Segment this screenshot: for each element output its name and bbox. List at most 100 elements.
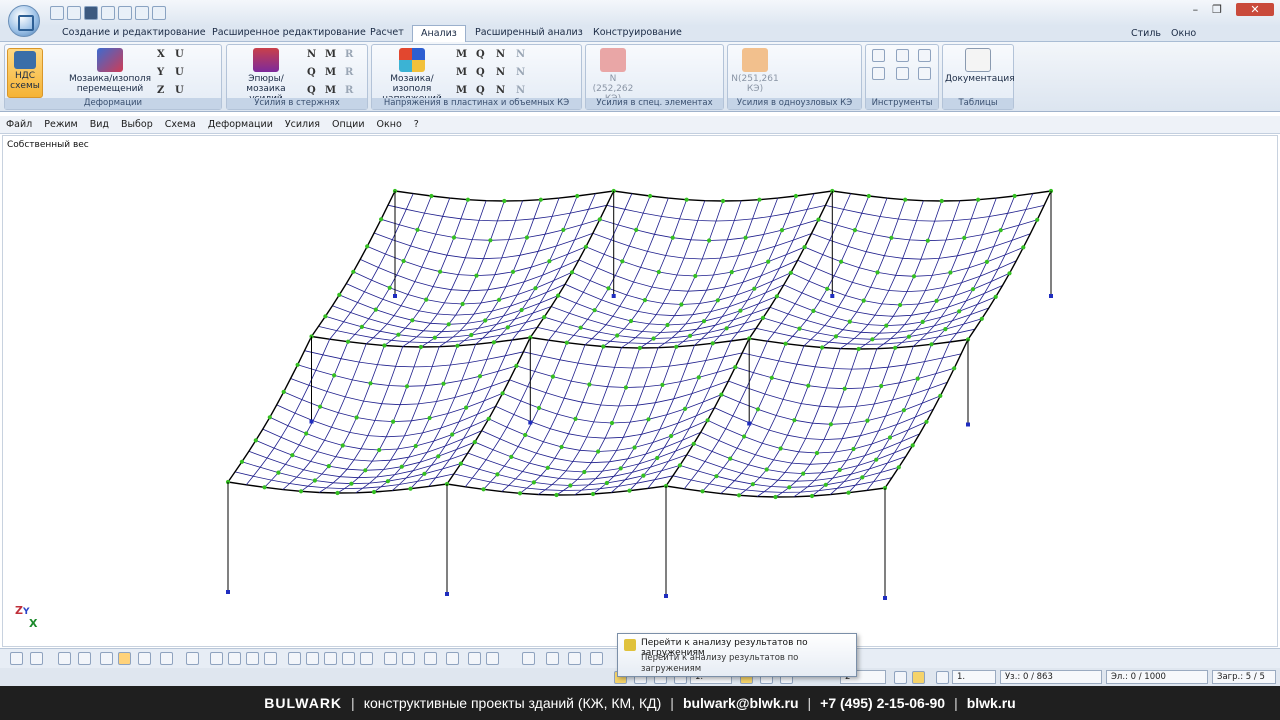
paint-icon[interactable] bbox=[424, 652, 437, 665]
footer-site[interactable]: blwk.ru bbox=[967, 695, 1016, 711]
my-plate-icon[interactable]: M bbox=[456, 67, 467, 78]
new-file-icon[interactable] bbox=[50, 6, 64, 20]
special-fe-button[interactable]: N (252,262 КЭ) bbox=[588, 48, 638, 104]
supports-icon[interactable] bbox=[264, 652, 277, 665]
epures-button[interactable]: Эпюры/мозаика усилий bbox=[229, 48, 303, 104]
menu-view[interactable]: Вид bbox=[90, 119, 109, 130]
tools-list-icon[interactable] bbox=[872, 49, 885, 62]
open-file-icon[interactable] bbox=[67, 6, 81, 20]
tab-design[interactable]: Конструирование bbox=[593, 27, 682, 38]
qy-plate-icon[interactable]: Q bbox=[476, 67, 485, 78]
style-menu[interactable]: Стиль bbox=[1131, 28, 1161, 39]
qz-plate-icon[interactable]: Q bbox=[476, 85, 485, 96]
menu-options[interactable]: Опции bbox=[332, 119, 365, 130]
tools-chart-icon[interactable] bbox=[918, 49, 931, 62]
axis-grid-icon[interactable] bbox=[546, 652, 559, 665]
pan-icon[interactable] bbox=[138, 652, 151, 665]
hinges-icon[interactable] bbox=[306, 652, 319, 665]
graph-icon[interactable] bbox=[522, 652, 535, 665]
select-icon[interactable] bbox=[160, 652, 173, 665]
undo-icon[interactable] bbox=[101, 6, 115, 20]
single-node-button[interactable]: N(251,261 КЭ) bbox=[730, 48, 780, 94]
qz-force-icon[interactable]: Q bbox=[307, 85, 316, 96]
tab-analysis[interactable]: Анализ bbox=[412, 25, 466, 42]
check-icon[interactable] bbox=[894, 671, 907, 684]
restore-icon[interactable]: ❐ bbox=[1212, 3, 1222, 16]
minimize-icon[interactable]: – bbox=[1193, 3, 1199, 16]
rotate-icon[interactable] bbox=[10, 652, 23, 665]
tools-scale-icon[interactable] bbox=[872, 67, 885, 80]
ny-plate-icon[interactable]: N bbox=[496, 67, 505, 78]
zoom-out-icon[interactable] bbox=[78, 652, 91, 665]
eraser-icon[interactable] bbox=[486, 652, 499, 665]
n1-plate-icon[interactable]: N bbox=[516, 49, 525, 60]
nds-button[interactable]: НДС схемы bbox=[7, 48, 43, 98]
search-icon[interactable] bbox=[384, 652, 397, 665]
menu-mode[interactable]: Режим bbox=[44, 119, 77, 130]
mesh-icon[interactable] bbox=[342, 652, 355, 665]
qx-plate-icon[interactable]: Q bbox=[476, 49, 485, 60]
menu-scheme[interactable]: Схема bbox=[165, 119, 196, 130]
scale-field[interactable]: 1. bbox=[952, 670, 996, 684]
my-moment-icon[interactable]: M bbox=[325, 67, 336, 78]
table-icon[interactable] bbox=[135, 6, 149, 20]
nf-icon[interactable] bbox=[912, 671, 925, 684]
uy-rotation-icon[interactable]: U bbox=[175, 67, 184, 78]
grid-icon[interactable] bbox=[58, 652, 71, 665]
redo-icon[interactable] bbox=[118, 6, 132, 20]
filter-icon[interactable] bbox=[186, 652, 199, 665]
n-force-icon[interactable]: N bbox=[307, 49, 316, 60]
window-menu[interactable]: Окно bbox=[1171, 28, 1196, 39]
nx-plate-icon[interactable]: N bbox=[496, 49, 505, 60]
print-icon[interactable] bbox=[152, 6, 166, 20]
menu-select[interactable]: Выбор bbox=[121, 119, 153, 130]
layers-icon[interactable] bbox=[360, 652, 373, 665]
coordinates-icon[interactable] bbox=[590, 652, 603, 665]
tab-advanced-analysis[interactable]: Расширенный анализ bbox=[475, 27, 583, 38]
model-viewport[interactable]: Собственный вес ZY X bbox=[2, 135, 1278, 647]
ux-rotation-icon[interactable]: U bbox=[175, 49, 184, 60]
delete-icon[interactable] bbox=[402, 652, 415, 665]
mx-moment-icon[interactable]: M bbox=[325, 49, 336, 60]
mosaic-stress-button[interactable]: Мозаика/изополя напряжений bbox=[374, 48, 450, 104]
n3-plate-icon[interactable]: N bbox=[516, 85, 525, 96]
elements-icon[interactable] bbox=[246, 652, 259, 665]
save-icon[interactable] bbox=[84, 6, 98, 20]
menu-file[interactable]: Файл bbox=[6, 119, 32, 130]
tab-create-edit[interactable]: Создание и редактирование bbox=[62, 27, 206, 38]
documentation-button[interactable]: Документация bbox=[945, 48, 1015, 84]
menu-help[interactable]: ? bbox=[414, 119, 419, 130]
mz-moment-icon[interactable]: M bbox=[325, 85, 336, 96]
close-icon[interactable]: ✕ bbox=[1236, 3, 1274, 16]
mosaic-displacements-button[interactable]: Мозаика/изополя перемещений bbox=[65, 48, 155, 94]
rx-icon[interactable]: R bbox=[345, 49, 353, 60]
uz-rotation-icon[interactable]: U bbox=[175, 85, 184, 96]
loads-icon[interactable] bbox=[288, 652, 301, 665]
menu-forces[interactable]: Усилия bbox=[285, 119, 320, 130]
sum-icon[interactable] bbox=[896, 49, 909, 62]
nodes-icon[interactable] bbox=[228, 652, 241, 665]
brush-icon[interactable] bbox=[446, 652, 459, 665]
z-displacement-icon[interactable]: Z bbox=[157, 85, 164, 96]
tab-calculation[interactable]: Расчет bbox=[370, 27, 404, 38]
rz-icon[interactable]: R bbox=[345, 85, 353, 96]
tools-grid-icon[interactable] bbox=[918, 67, 931, 80]
view-icon[interactable] bbox=[30, 652, 43, 665]
pencil-icon[interactable] bbox=[468, 652, 481, 665]
wand-icon[interactable] bbox=[936, 671, 949, 684]
application-menu-button[interactable] bbox=[8, 5, 40, 37]
rigid-icon[interactable] bbox=[324, 652, 337, 665]
mx-plate-icon[interactable]: M bbox=[456, 49, 467, 60]
y-displacement-icon[interactable]: Y bbox=[157, 67, 164, 78]
x-displacement-icon[interactable]: X bbox=[157, 49, 165, 60]
dimension-icon[interactable] bbox=[568, 652, 581, 665]
menu-window[interactable]: Окно bbox=[377, 119, 402, 130]
nz-plate-icon[interactable]: N bbox=[496, 85, 505, 96]
fragment-icon[interactable] bbox=[210, 652, 223, 665]
tools-color-icon[interactable] bbox=[896, 67, 909, 80]
zoom-in-icon[interactable] bbox=[100, 652, 113, 665]
mxy-plate-icon[interactable]: M bbox=[456, 85, 467, 96]
ry-icon[interactable]: R bbox=[345, 67, 353, 78]
tab-advanced-edit[interactable]: Расширенное редактирование bbox=[212, 27, 366, 38]
qy-force-icon[interactable]: Q bbox=[307, 67, 316, 78]
